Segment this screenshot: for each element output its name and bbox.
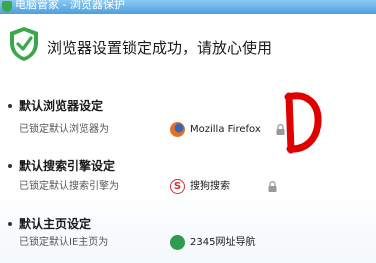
window-title: 电脑管家 - 浏览器保护 xyxy=(15,0,125,11)
default-search-title: 默认搜索引擎设定 xyxy=(19,159,116,173)
app-logo-icon xyxy=(2,1,12,12)
default-browser-desc: 已锁定默认浏览器为 xyxy=(19,124,109,135)
default-homepage-name: 2345网址导航 xyxy=(190,237,256,248)
firefox-icon xyxy=(170,122,185,137)
shield-check-icon xyxy=(10,27,38,61)
default-search-desc: 已锁定默认搜索引擎为 xyxy=(19,181,119,192)
title-bar: 电脑管家 - 浏览器保护 xyxy=(0,0,376,14)
bullet-icon xyxy=(8,222,12,226)
navigation-icon xyxy=(170,235,185,250)
bullet-icon xyxy=(8,164,12,168)
default-browser-title: 默认浏览器设定 xyxy=(19,99,104,113)
lock-icon[interactable] xyxy=(268,181,277,192)
sogou-icon: S xyxy=(170,179,185,194)
default-homepage-title: 默认主页设定 xyxy=(19,217,92,231)
red-annotation-mark xyxy=(284,92,322,154)
default-search-name: 搜狗搜索 xyxy=(190,181,230,192)
default-homepage-desc: 已锁定默认IE主页为 xyxy=(19,237,109,248)
default-browser-name: Mozilla Firefox xyxy=(190,124,261,135)
page-title: 浏览器设置锁定成功，请放心使用 xyxy=(47,39,273,57)
bullet-icon xyxy=(8,104,12,108)
